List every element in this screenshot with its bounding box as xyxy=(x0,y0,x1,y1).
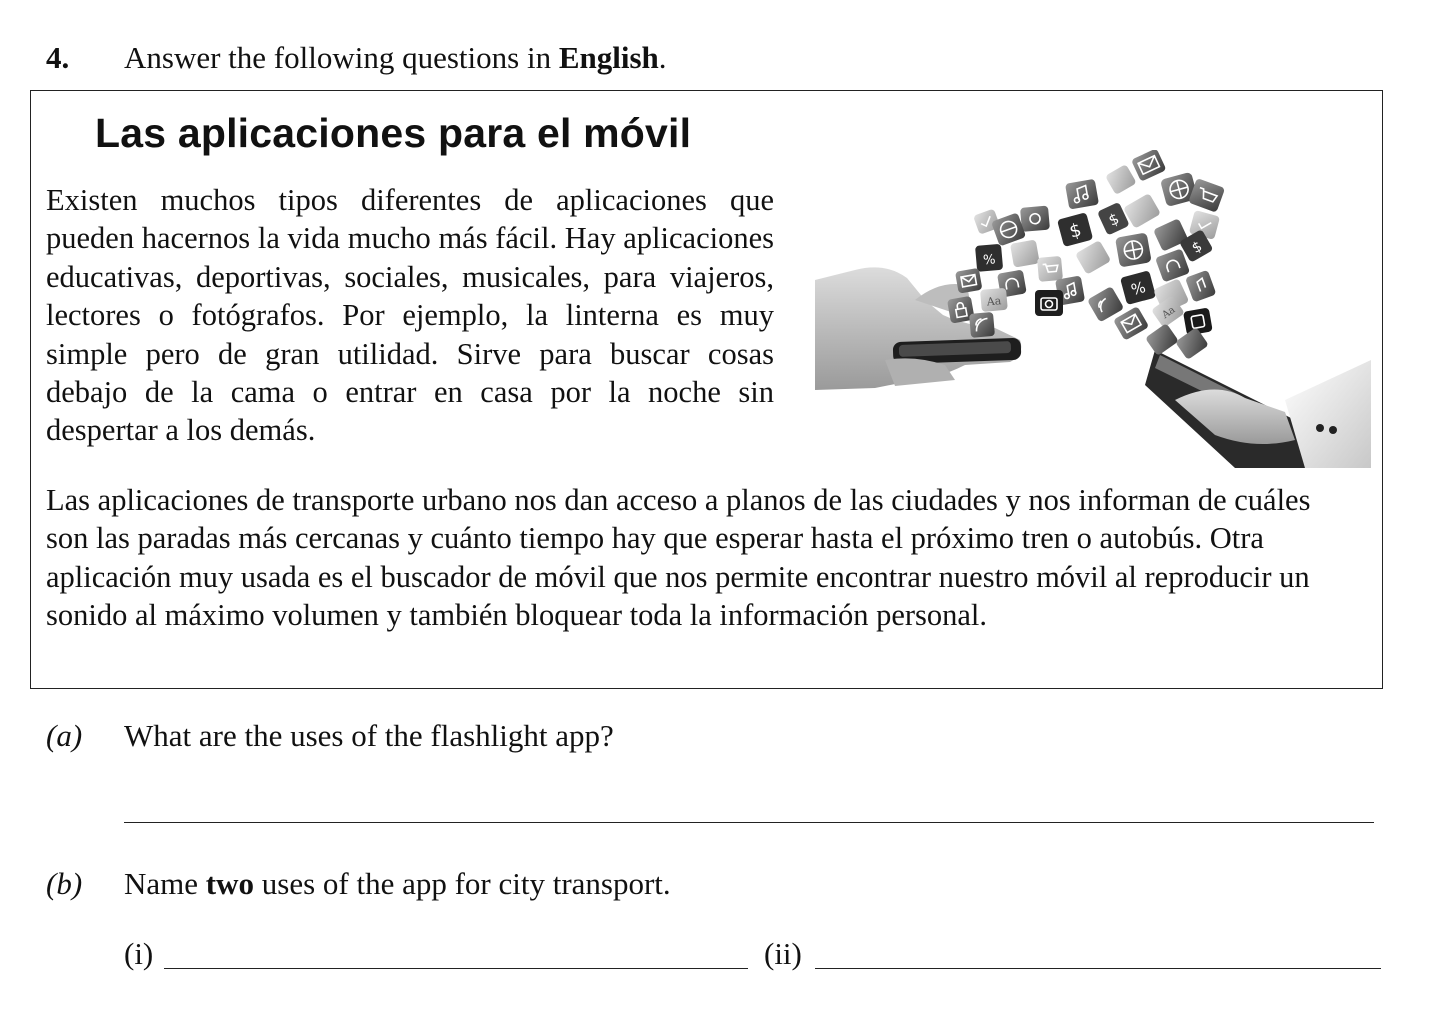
answer-line-b-i[interactable] xyxy=(164,968,748,969)
question-number: 4. xyxy=(46,40,70,75)
subquestion-b-part-i-label: (i) xyxy=(124,936,154,971)
article-paragraph-1: Existen muchos tipos diferentes de aplic… xyxy=(46,183,774,448)
subquestion-b-text-pre: Name xyxy=(124,866,206,901)
answer-line-b-ii[interactable] xyxy=(815,968,1381,969)
article-paragraph-2: Las aplicaciones de transporte urbano no… xyxy=(46,483,1311,633)
subquestion-b-text: Name two uses of the app for city transp… xyxy=(124,866,671,902)
question-instruction: Answer the following questions in Englis… xyxy=(124,40,667,76)
instruction-language: English xyxy=(558,40,659,75)
subquestion-b-text-post: uses of the app for city transport. xyxy=(254,866,671,901)
subquestion-a-text: What are the uses of the flashlight app? xyxy=(124,718,614,753)
subquestion-b-emphasis: two xyxy=(205,866,254,901)
subquestion-b-label: (b) xyxy=(46,866,82,902)
svg-text:%: % xyxy=(982,252,996,268)
answer-line-a[interactable] xyxy=(124,822,1374,823)
subquestion-a-letter: (a) xyxy=(46,718,83,753)
svg-text:Aa: Aa xyxy=(985,294,1002,308)
subquestion-b-letter: (b) xyxy=(46,866,83,901)
instruction-text: Answer the following questions in xyxy=(124,40,559,75)
article-title: Las aplicaciones para el móvil xyxy=(95,110,692,156)
phone-apps-photo: $ $ $ % % Aa Aa xyxy=(815,150,1371,468)
subquestion-a-label: (a) xyxy=(46,718,82,754)
instruction-end: . xyxy=(658,40,667,75)
subquestion-b-part-ii-label: (ii) xyxy=(764,936,802,971)
